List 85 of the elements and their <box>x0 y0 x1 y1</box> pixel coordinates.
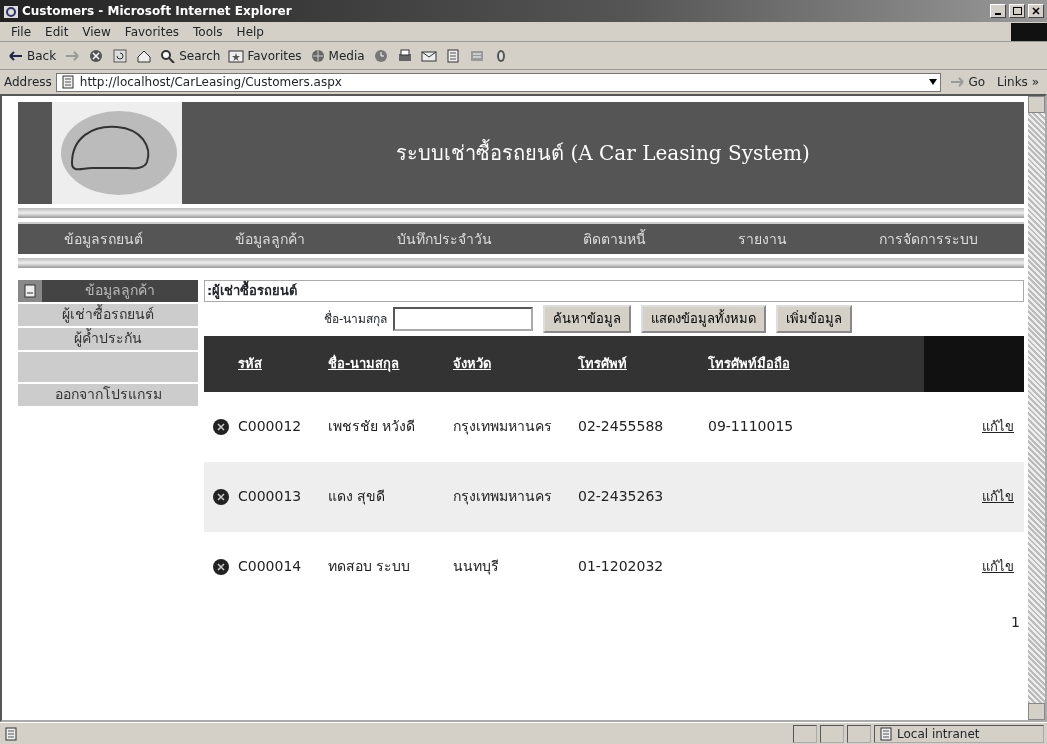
back-button[interactable]: Back <box>4 46 61 65</box>
delete-icon[interactable] <box>213 558 229 575</box>
edit-link[interactable]: แก้ไข <box>982 558 1014 574</box>
column-header-link[interactable]: ชื่อ-นามสกุล <box>328 355 400 371</box>
table-cell: C000013 <box>238 488 302 504</box>
sidebar-item[interactable]: ผู้ค้ำประกัน <box>18 328 198 350</box>
exit-link[interactable]: ออกจากโปรแกรม <box>18 384 198 406</box>
delete-icon[interactable] <box>213 488 229 505</box>
status-pane <box>820 724 844 743</box>
column-header-link[interactable]: โทรศัพท์ <box>578 355 627 371</box>
table-cell: 01-1202032 <box>578 558 664 574</box>
table-cell: 09-1110015 <box>708 418 794 434</box>
nav-link[interactable]: บันทึกประจำวัน <box>396 228 492 250</box>
delete-icon[interactable] <box>213 418 229 435</box>
table-cell: แดง สุขดี <box>328 488 386 504</box>
sidebar-item[interactable]: ผู้เช่าซื้อรถยนต์ <box>18 304 198 326</box>
maximize-icon <box>1012 7 1022 15</box>
edit-link[interactable]: แก้ไข <box>982 418 1014 434</box>
menu-item[interactable]: Edit <box>38 22 76 41</box>
section-title: :ผู้เช่าซื้อรถยนต์ <box>204 280 1024 302</box>
nav-link[interactable]: ติดตามหนี้ <box>583 228 647 250</box>
window-title: Customers - Microsoft Internet Explorer <box>22 3 293 20</box>
column-header-link[interactable]: จังหวัด <box>453 355 491 371</box>
minimize-button[interactable] <box>990 4 1006 18</box>
column-header-link[interactable]: รหัส <box>238 355 262 371</box>
intranet-icon <box>878 726 894 741</box>
favorites-button[interactable]: Favorites <box>224 46 306 65</box>
nav-link[interactable]: รายงาน <box>738 228 788 250</box>
go-arrow-icon <box>949 75 966 89</box>
status-pane <box>793 724 817 743</box>
media-icon <box>309 48 326 63</box>
table-cell: 02-2455588 <box>578 418 664 434</box>
menu-item[interactable]: Tools <box>186 22 230 41</box>
table-cell: กรุงเทพมหานคร <box>453 418 552 434</box>
stop-icon <box>88 48 105 63</box>
table-cell: กรุงเทพมหานคร <box>453 488 552 504</box>
nav-link[interactable]: ข้อมูลรถยนต์ <box>63 228 143 250</box>
links-button[interactable]: Links » <box>993 73 1043 91</box>
table-cell: C000014 <box>238 558 302 574</box>
page-status-icon <box>3 726 19 741</box>
action-button[interactable]: แสดงข้อมูลทั้งหมด <box>641 305 767 333</box>
maximize-button[interactable] <box>1009 4 1025 18</box>
back-icon <box>8 48 24 63</box>
favorites-icon <box>228 48 245 63</box>
menu-item[interactable]: Help <box>229 22 271 41</box>
dropdown-arrow-icon <box>929 79 938 85</box>
menu-item[interactable]: File <box>4 22 39 41</box>
table-cell: C000012 <box>238 418 302 434</box>
home-icon <box>136 48 153 63</box>
edit-icon <box>444 48 461 63</box>
search-icon <box>160 48 177 63</box>
address-label: Address <box>4 74 52 91</box>
table-cell: เพชรชัย หวังดี <box>328 418 416 434</box>
forward-icon <box>64 48 81 63</box>
page-title: ระบบเช่าซื้อรถยนต์ (A Car Leasing System) <box>395 138 811 167</box>
close-icon <box>1032 7 1040 15</box>
page-number[interactable]: 1 <box>204 611 1024 633</box>
menu-item[interactable]: View <box>75 22 118 41</box>
table-cell: ทดสอบ ระบบ <box>328 558 411 574</box>
close-button[interactable] <box>1028 4 1044 18</box>
document-icon <box>18 280 42 302</box>
zone-label: Local intranet <box>897 725 980 743</box>
status-pane <box>847 724 871 743</box>
column-header-link[interactable]: โทรศัพท์มือถือ <box>708 355 790 371</box>
table-cell: 02-2435263 <box>578 488 664 504</box>
refresh-icon <box>112 48 129 63</box>
mail-icon <box>420 48 437 63</box>
action-button[interactable]: ค้นหาข้อมูล <box>543 305 632 333</box>
action-button[interactable]: เพิ่มข้อมูล <box>776 305 853 333</box>
nav-link[interactable]: การจัดการระบบ <box>879 228 979 250</box>
go-button[interactable]: Go <box>945 73 989 91</box>
address-field[interactable]: http://localhost/CarLeasing/Customers.aspx <box>55 72 942 92</box>
nav-link[interactable]: ข้อมูลลูกค้า <box>234 228 305 250</box>
table-cell: นนทบุรี <box>453 558 499 574</box>
sidebar-heading: ข้อมูลลูกค้า <box>42 280 198 302</box>
menu-item[interactable]: Favorites <box>117 22 187 41</box>
print-icon <box>396 48 413 63</box>
vertical-scrollbar[interactable] <box>1028 96 1045 720</box>
search-button[interactable]: Search <box>156 46 225 65</box>
edit-link[interactable]: แก้ไข <box>982 488 1014 504</box>
media-button[interactable]: Media <box>305 46 369 65</box>
history-icon <box>372 48 389 63</box>
search-label: ชื่อ-นามสกุล <box>324 309 388 328</box>
search-field[interactable] <box>393 306 534 331</box>
page-icon <box>59 75 76 89</box>
